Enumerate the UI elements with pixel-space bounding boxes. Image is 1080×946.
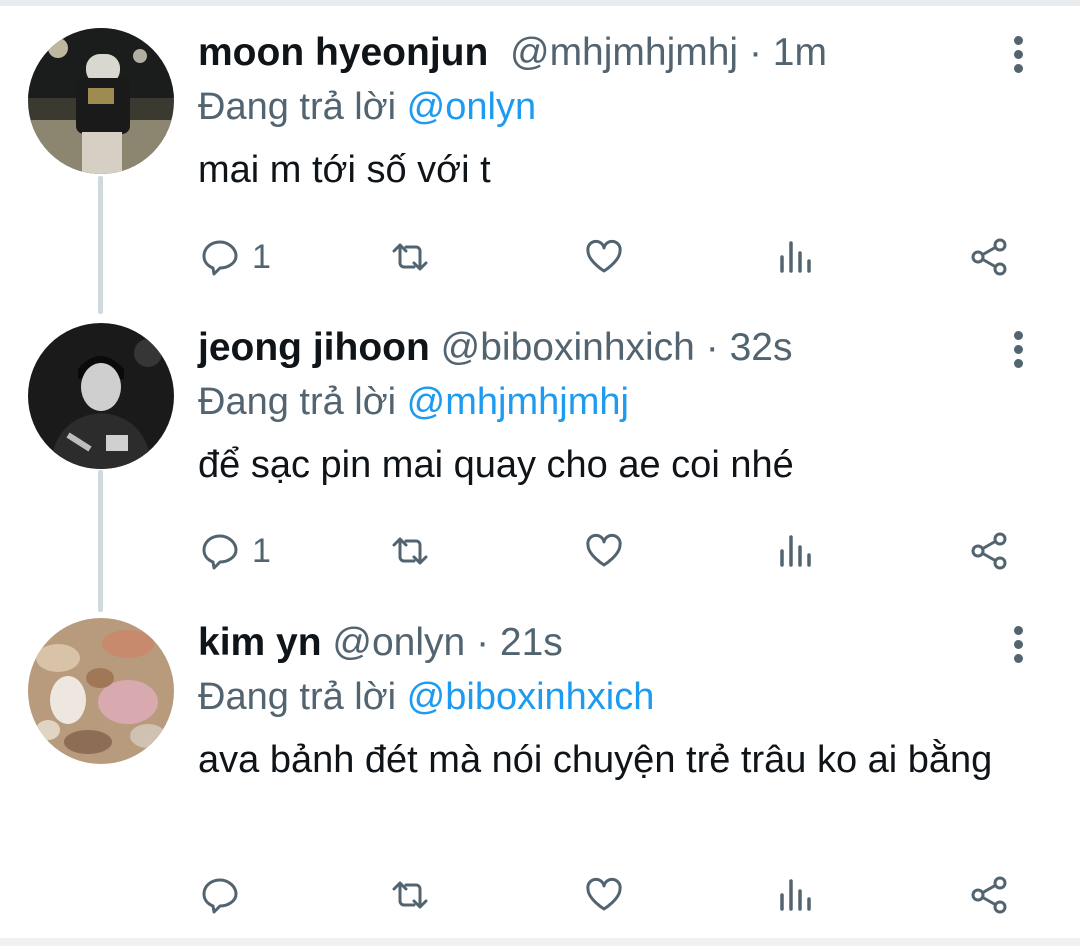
- separator: ·: [705, 326, 719, 369]
- retweet-icon: [392, 881, 428, 909]
- views-icon: [780, 535, 811, 567]
- bottom-divider: [0, 938, 1080, 946]
- display-name[interactable]: jeong jihoon: [198, 326, 430, 369]
- thread-line: [98, 176, 103, 314]
- more-icon[interactable]: [1008, 327, 1032, 371]
- replying-mention[interactable]: @mhjmhjmhj: [407, 381, 629, 423]
- separator: ·: [476, 621, 490, 664]
- retweet-button[interactable]: [388, 526, 432, 576]
- reply-icon: [202, 878, 238, 914]
- timestamp[interactable]: 1m: [773, 31, 827, 74]
- like-icon: [586, 533, 622, 567]
- retweet-button[interactable]: [388, 232, 432, 282]
- reply-count: 1: [252, 237, 271, 276]
- replying-prefix: Đang trả lời: [198, 86, 397, 128]
- tweet-header: kim yn @onlyn · 21s: [198, 618, 563, 668]
- action-bar: [198, 870, 1028, 920]
- replying-to: Đang trả lời @biboxinhxich: [198, 672, 654, 722]
- views-icon: [780, 241, 811, 273]
- reply-button[interactable]: [198, 870, 252, 920]
- retweet-button[interactable]: [388, 870, 432, 920]
- tweet-header: jeong jihoon @biboxinhxich · 32s: [198, 323, 792, 373]
- like-icon: [586, 239, 622, 273]
- username[interactable]: @onlyn: [332, 621, 465, 664]
- tweet-header: moon hyeonjun @mhjmhjmhj · 1m: [198, 28, 827, 78]
- share-icon: [971, 238, 1007, 276]
- tweet-text: mai m tới số với t: [198, 149, 491, 191]
- like-button[interactable]: [582, 526, 626, 576]
- thread-line: [98, 470, 103, 612]
- top-divider: [0, 0, 1080, 6]
- retweet-icon: [392, 537, 428, 565]
- reply-button[interactable]: 1: [198, 232, 271, 282]
- tweet-text: ava bảnh đét mà nói chuyện trẻ trâu ko a…: [198, 739, 993, 781]
- tweet-text: để sạc pin mai quay cho ae coi nhé: [198, 444, 794, 486]
- replying-prefix: Đang trả lời: [198, 381, 397, 423]
- avatar[interactable]: [28, 28, 174, 174]
- like-icon: [586, 877, 622, 911]
- views-button[interactable]: [774, 526, 818, 576]
- timestamp[interactable]: 32s: [730, 326, 793, 369]
- more-icon[interactable]: [1008, 622, 1032, 666]
- share-icon: [971, 532, 1007, 570]
- more-icon[interactable]: [1008, 32, 1032, 76]
- replying-prefix: Đang trả lời: [198, 676, 397, 718]
- action-bar: 1: [198, 526, 1028, 576]
- views-icon: [780, 879, 811, 911]
- views-button[interactable]: [774, 232, 818, 282]
- avatar[interactable]: [28, 618, 174, 764]
- share-button[interactable]: [968, 870, 1012, 920]
- like-button[interactable]: [582, 232, 626, 282]
- action-bar: 1: [198, 232, 1028, 282]
- share-button[interactable]: [968, 232, 1012, 282]
- username[interactable]: @mhjmhjmhj: [510, 31, 738, 74]
- reply-icon: [202, 534, 238, 570]
- replying-mention[interactable]: @biboxinhxich: [407, 676, 655, 718]
- replying-to: Đang trả lời @mhjmhjmhj: [198, 377, 629, 427]
- like-button[interactable]: [582, 870, 626, 920]
- avatar[interactable]: [28, 323, 174, 469]
- retweet-icon: [392, 243, 428, 271]
- timestamp[interactable]: 21s: [500, 621, 563, 664]
- share-icon: [971, 876, 1007, 914]
- reply-button[interactable]: 1: [198, 526, 271, 576]
- reply-count: 1: [252, 531, 271, 570]
- display-name[interactable]: kim yn: [198, 621, 322, 664]
- share-button[interactable]: [968, 526, 1012, 576]
- separator: ·: [748, 31, 762, 74]
- username[interactable]: @biboxinhxich: [441, 326, 695, 369]
- display-name[interactable]: moon hyeonjun: [198, 31, 488, 74]
- replying-to: Đang trả lời @onlyn: [198, 82, 536, 132]
- reply-icon: [202, 240, 238, 276]
- replying-mention[interactable]: @onlyn: [407, 86, 536, 128]
- views-button[interactable]: [774, 870, 818, 920]
